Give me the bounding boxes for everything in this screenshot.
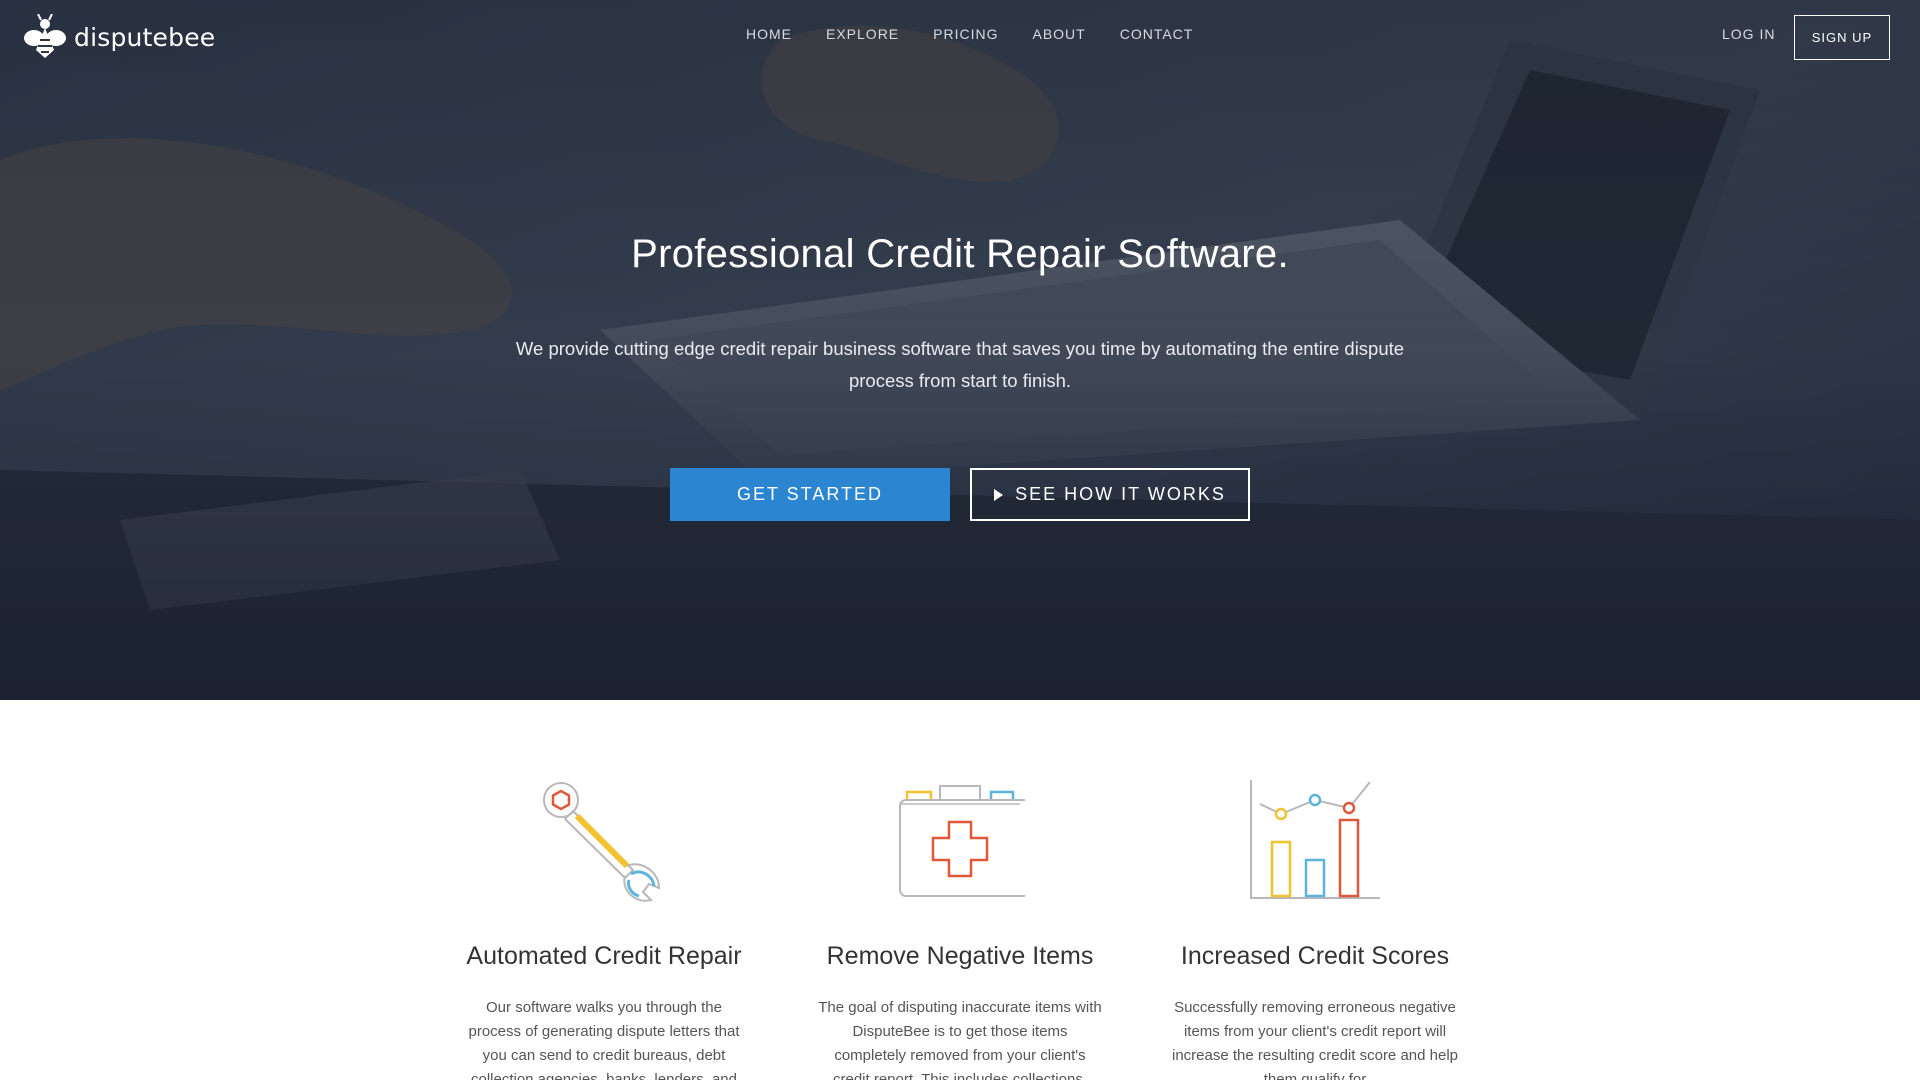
- brand-name: disputebee: [74, 22, 216, 52]
- first-aid-kit-icon: [899, 785, 1025, 897]
- feature-title: Remove Negative Items: [826, 942, 1094, 970]
- login-link[interactable]: LOG IN: [1722, 26, 1775, 42]
- feature-description: Successfully removing erroneous negative…: [1172, 999, 1458, 1080]
- see-how-it-works-button[interactable]: SEE HOW IT WORKS: [970, 468, 1250, 521]
- get-started-label: GET STARTED: [736, 484, 884, 504]
- hero-title: Professional Credit Repair Software.: [631, 232, 1289, 276]
- hero-subtitle: We provide cutting edge credit repair bu…: [515, 338, 1405, 391]
- top-navigation: disputebee HOME EXPLORE PRICING ABOUT CO…: [0, 0, 1920, 74]
- brand-logo[interactable]: disputebee: [24, 14, 215, 60]
- wrench-icon: [543, 782, 661, 902]
- bee-logo-icon: [24, 14, 66, 58]
- nav-link-explore[interactable]: EXPLORE: [826, 26, 899, 42]
- feature-title: Automated Credit Repair: [466, 942, 742, 970]
- bar-chart-icon: [1250, 780, 1380, 899]
- nav-links: HOME EXPLORE PRICING ABOUT CONTACT: [746, 26, 1193, 42]
- get-started-button[interactable]: GET STARTED: [670, 468, 950, 521]
- nav-link-home[interactable]: HOME: [746, 26, 792, 42]
- features-section: Automated Credit Repair Our software wal…: [0, 700, 1920, 1080]
- play-icon: [994, 488, 1004, 501]
- feature-title: Increased Credit Scores: [1180, 942, 1450, 970]
- signup-button[interactable]: SIGN UP: [1794, 15, 1890, 60]
- feature-description: Our software walks you through the proce…: [468, 999, 740, 1080]
- nav-link-pricing[interactable]: PRICING: [933, 26, 998, 42]
- see-how-it-works-label: SEE HOW IT WORKS: [1015, 484, 1226, 504]
- nav-link-about[interactable]: ABOUT: [1032, 26, 1085, 42]
- hero-section: disputebee HOME EXPLORE PRICING ABOUT CO…: [0, 0, 1920, 700]
- nav-link-contact[interactable]: CONTACT: [1120, 26, 1194, 42]
- feature-description: The goal of disputing inaccurate items w…: [818, 999, 1102, 1080]
